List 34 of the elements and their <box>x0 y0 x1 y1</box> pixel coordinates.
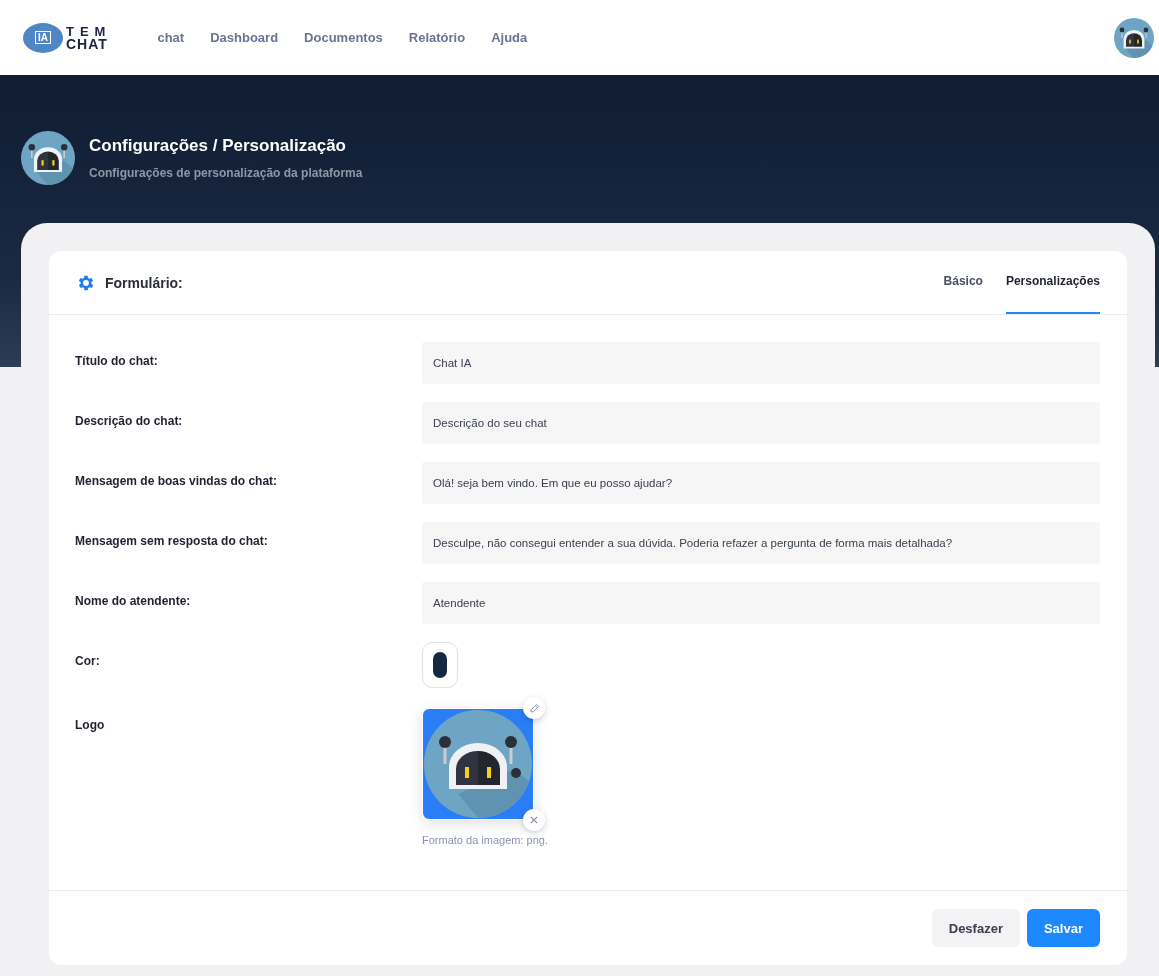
field-label: Mensagem sem resposta do chat: <box>75 533 269 550</box>
page-title: Configurações / Personalização <box>89 136 347 156</box>
input-field[interactable]: Olá! seja bem vindo. Em que eu posso ajudar? <box>422 462 1100 504</box>
robot-avatar-icon <box>21 131 75 185</box>
color-picker[interactable] <box>422 642 458 688</box>
input-field[interactable]: Chat IA <box>422 342 1100 384</box>
input-field[interactable]: Descrição do seu chat <box>422 402 1100 444</box>
field-label: Mensagem de boas vindas do chat: <box>75 473 279 490</box>
undo-button[interactable]: Desfazer <box>931 909 1020 947</box>
field-label: Título do chat: <box>75 353 159 370</box>
field-label: Descrição do chat: <box>75 413 184 430</box>
edit-button[interactable] <box>523 697 545 719</box>
tab[interactable]: Básico <box>943 251 983 314</box>
logo-badge-text: IA <box>35 31 51 44</box>
tab[interactable]: Personalizações <box>1005 251 1100 314</box>
nav-link[interactable]: Ajuda <box>491 30 528 45</box>
robot-avatar-icon[interactable] <box>1114 17 1154 58</box>
field-label: Logo <box>75 717 106 734</box>
card-title: Formulário: <box>105 274 183 291</box>
field-label: Nome do atendente: <box>75 593 192 610</box>
remove-button[interactable] <box>523 809 545 831</box>
page-subtitle: Configurações de personalização da plataforma <box>89 166 363 180</box>
input-field[interactable]: Atendente <box>422 582 1100 624</box>
nav-link[interactable]: Dashboard <box>210 30 279 45</box>
input-field[interactable]: Desculpe, não consegui entender a sua dúvida. Poderia refazer a pergunta de forma mais detalhada? <box>422 522 1100 564</box>
pencil-icon <box>528 702 540 714</box>
field-label: Cor: <box>75 653 101 670</box>
logo-text: TEM <box>66 24 112 38</box>
nav-link[interactable]: Documentos <box>304 30 383 45</box>
close-icon <box>529 815 539 825</box>
nav-link[interactable]: Relatório <box>408 30 466 45</box>
image-format-hint: Formato da imagem: png. <box>422 834 549 846</box>
logo-text: CHAT <box>66 37 109 51</box>
nav-link[interactable]: chat <box>157 30 185 45</box>
